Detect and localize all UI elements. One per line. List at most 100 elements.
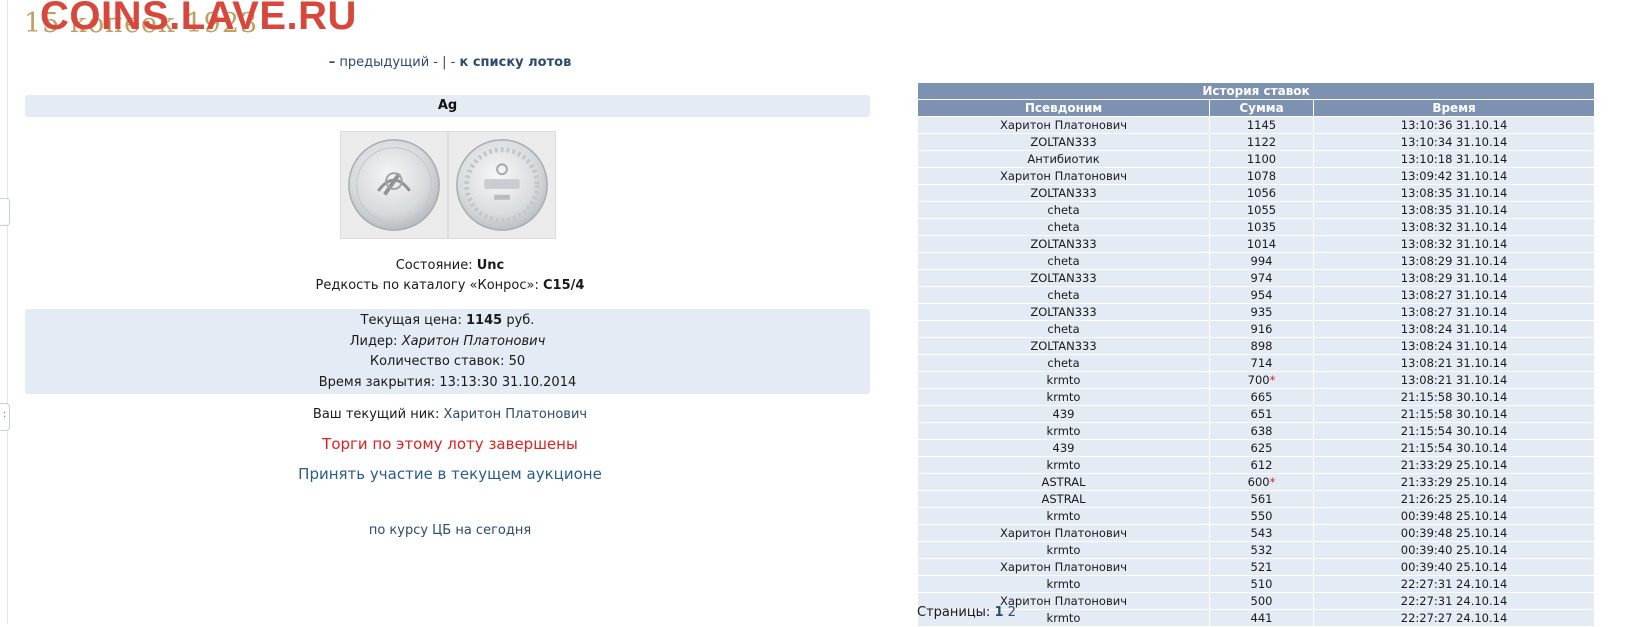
bid-nick: krmto [917,541,1210,559]
bid-amount-value: 1078 [1246,169,1277,183]
current-price-label: Текущая цена: [360,313,462,328]
bid-count-value: 50 [508,354,526,369]
table-row: cheta 954 13:08:27 31.10.14 [917,286,1596,304]
bid-time: 13:08:24 31.10.14 [1312,320,1596,338]
bid-amount: 638 [1209,422,1314,440]
prev-lot-link[interactable]: предыдущий [339,55,429,70]
bid-amount-value: 714 [1250,356,1273,370]
rarity-label: Редкость по каталогу «Конрос»: [315,278,539,293]
table-row: ZOLTAN333 898 13:08:24 31.10.14 [917,337,1596,355]
bid-amount: 994 [1209,252,1314,270]
lot-list-link[interactable]: к списку лотов [459,55,571,70]
pagination: Страницы: 1 2 [917,605,1016,620]
bid-time: 13:10:34 31.10.14 [1312,133,1596,151]
bid-time: 13:10:18 31.10.14 [1312,150,1596,168]
table-row: ZOLTAN333 1014 13:08:32 31.10.14 [917,235,1596,253]
bid-nick: krmto [917,456,1210,474]
table-row: ZOLTAN333 1122 13:10:34 31.10.14 [917,133,1596,151]
leader-label: Лидер: [349,334,398,349]
table-row: Харитон Платонович 1078 13:09:42 31.10.14 [917,167,1596,185]
bid-amount-value: 700 [1247,373,1270,387]
table-row: krmto 510 22:27:31 24.10.14 [917,575,1596,593]
table-row: krmto 638 21:15:54 30.10.14 [917,422,1596,440]
table-row: krmto 612 21:33:29 25.10.14 [917,456,1596,474]
current-nick-value[interactable]: Харитон Платонович [444,407,588,422]
bid-nick: ZOLTAN333 [917,235,1210,253]
bid-amount: 651 [1209,405,1314,423]
bid-amount: 543 [1209,524,1314,542]
bid-amount: 954 [1209,286,1314,304]
table-row: 439 651 21:15:58 30.10.14 [917,405,1596,423]
bid-time: 00:39:48 25.10.14 [1312,507,1596,525]
price-panel: Текущая цена: 1145 руб. Лидер: Харитон П… [25,309,870,394]
bid-amount-value: 1122 [1246,135,1277,149]
condition-line: Состояние: Unc [0,258,900,273]
bid-nick: ZOLTAN333 [917,133,1210,151]
bid-amount: 561 [1209,490,1314,508]
bid-amount-value: 561 [1250,492,1273,506]
bid-nick: ASTRAL [917,473,1210,491]
table-row: krmto 550 00:39:48 25.10.14 [917,507,1596,525]
bid-amount: 916 [1209,320,1314,338]
bid-amount-value: 638 [1250,424,1273,438]
coin-obverse-image[interactable] [340,131,448,239]
bid-amount: 665 [1209,388,1314,406]
auto-bid-mark: * [1269,373,1276,387]
pagination-label: Страницы: [917,605,991,620]
bid-time: 13:08:29 31.10.14 [1312,252,1596,270]
bid-amount-value: 1056 [1246,186,1277,200]
bid-nick: krmto [917,575,1210,593]
bid-count-label: Количество ставок: [369,354,505,369]
condition-value: Unc [476,258,505,273]
current-nick-label: Ваш текущий ник: [312,407,440,422]
watermark: COINS.LAVE.RU [40,0,357,38]
nav-dash: – [328,55,336,70]
bid-amount-value: 665 [1250,390,1273,404]
table-row: cheta 714 13:08:21 31.10.14 [917,354,1596,372]
bid-nick: cheta [917,201,1210,219]
bid-time: 22:27:31 24.10.14 [1312,575,1596,593]
bid-amount: 700* [1209,371,1314,389]
bid-amount-value: 543 [1250,526,1273,540]
bid-amount-value: 651 [1250,407,1273,421]
bid-nick: ZOLTAN333 [917,303,1210,321]
current-nick-line: Ваш текущий ник: Харитон Платонович [0,407,900,422]
close-time-line: Время закрытия: 13:13:30 31.10.2014 [25,375,870,390]
bid-amount: 612 [1209,456,1314,474]
bid-history-table: История ставок Псевдоним Сумма Время Хар… [916,82,1596,627]
bid-nick: Харитон Платонович [917,167,1210,185]
bid-time: 13:09:42 31.10.14 [1312,167,1596,185]
cb-rate-link[interactable]: по курсу ЦБ на сегодня [0,523,900,538]
coin-reverse-image[interactable] [448,131,556,239]
bid-nick: cheta [917,354,1210,372]
bid-nick: ZOLTAN333 [917,337,1210,355]
table-row: ZOLTAN333 974 13:08:29 31.10.14 [917,269,1596,287]
bid-time: 13:08:21 31.10.14 [1312,354,1596,372]
page-link-2[interactable]: 2 [1008,605,1016,620]
bid-amount: 600* [1209,473,1314,491]
bid-nick: Антибиотик [917,150,1210,168]
side-tab-handle[interactable] [0,198,10,226]
bid-amount: 500 [1209,592,1314,610]
bid-amount: 625 [1209,439,1314,457]
column-header-time: Время [1312,99,1596,117]
bid-nick: cheta [917,218,1210,236]
bid-amount: 898 [1209,337,1314,355]
table-row: cheta 1055 13:08:35 31.10.14 [917,201,1596,219]
coin-reverse-icon [456,139,548,231]
leader-line: Лидер: Харитон Платонович [25,334,870,349]
join-auction-link[interactable]: Принять участие в текущем аукционе [0,465,900,483]
bid-nick: 439 [917,439,1210,457]
bid-amount-value: 510 [1250,577,1273,591]
bid-amount: 935 [1209,303,1314,321]
bid-nick: cheta [917,320,1210,338]
coin-obverse-icon [348,139,440,231]
bid-time: 21:33:29 25.10.14 [1312,473,1596,491]
bid-amount: 1078 [1209,167,1314,185]
bid-amount-value: 974 [1250,271,1273,285]
page-link-current[interactable]: 1 [994,605,1003,620]
table-row: cheta 994 13:08:29 31.10.14 [917,252,1596,270]
column-header-amount: Сумма [1209,99,1314,117]
bid-nick: Харитон Платонович [917,524,1210,542]
lot-navigation: – предыдущий - | - к списку лотов [0,55,900,70]
